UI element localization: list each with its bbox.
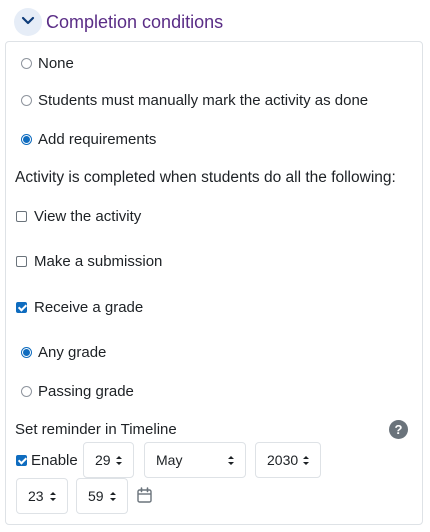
- option-none-label: None: [38, 55, 74, 72]
- select-arrows-icon: [110, 492, 116, 501]
- option-none[interactable]: None: [21, 55, 74, 72]
- select-arrows-icon: [116, 456, 122, 465]
- condition-grade[interactable]: Receive a grade: [16, 299, 143, 316]
- checkbox-grade[interactable]: [16, 302, 27, 313]
- calendar-icon[interactable]: [137, 487, 152, 503]
- year-select[interactable]: 2030: [255, 442, 321, 478]
- option-add[interactable]: Add requirements: [21, 131, 156, 148]
- reminder-label: Set reminder in Timeline: [15, 421, 177, 438]
- instruction-text: Activity is completed when students do a…: [15, 169, 396, 186]
- month-value: May: [156, 452, 183, 468]
- select-arrows-icon: [228, 456, 234, 465]
- reminder-enable[interactable]: Enable: [16, 452, 78, 469]
- hour-select[interactable]: 23: [16, 478, 68, 514]
- option-manual-label: Students must manually mark the activity…: [38, 92, 369, 109]
- radio-passing-grade[interactable]: [21, 386, 32, 397]
- condition-submission[interactable]: Make a submission: [16, 253, 162, 270]
- grade-any-label: Any grade: [38, 344, 107, 361]
- checkbox-view[interactable]: [16, 211, 27, 222]
- select-arrows-icon: [50, 492, 56, 501]
- chevron-down-icon: [21, 16, 35, 25]
- option-add-label: Add requirements: [38, 131, 157, 148]
- grade-passing-label: Passing grade: [38, 383, 134, 400]
- completion-panel: None Students must manually mark the act…: [5, 41, 423, 525]
- radio-manual[interactable]: [21, 95, 32, 106]
- month-select[interactable]: May: [144, 442, 246, 478]
- day-value: 29: [95, 452, 111, 468]
- section-header[interactable]: Completion conditions: [0, 0, 430, 42]
- condition-view-label: View the activity: [34, 208, 142, 225]
- option-manual[interactable]: Students must manually mark the activity…: [21, 92, 368, 109]
- checkbox-enable[interactable]: [16, 455, 27, 466]
- radio-add[interactable]: [21, 134, 32, 145]
- grade-any[interactable]: Any grade: [21, 344, 106, 361]
- condition-grade-label: Receive a grade: [34, 299, 144, 316]
- help-icon[interactable]: ?: [389, 420, 408, 439]
- grade-passing[interactable]: Passing grade: [21, 383, 134, 400]
- condition-submission-label: Make a submission: [34, 253, 163, 270]
- checkbox-submission[interactable]: [16, 256, 27, 267]
- year-value: 2030: [267, 452, 299, 468]
- hour-value: 23: [28, 488, 44, 504]
- enable-label: Enable: [31, 452, 78, 469]
- condition-view[interactable]: View the activity: [16, 208, 141, 225]
- minute-select[interactable]: 59: [76, 478, 128, 514]
- radio-none[interactable]: [21, 58, 32, 69]
- day-select[interactable]: 29: [83, 442, 134, 478]
- section-title: Completion conditions: [46, 12, 224, 32]
- minute-value: 59: [88, 488, 104, 504]
- collapse-toggle-button[interactable]: [14, 8, 42, 36]
- radio-any-grade[interactable]: [21, 347, 32, 358]
- select-arrows-icon: [303, 456, 309, 465]
